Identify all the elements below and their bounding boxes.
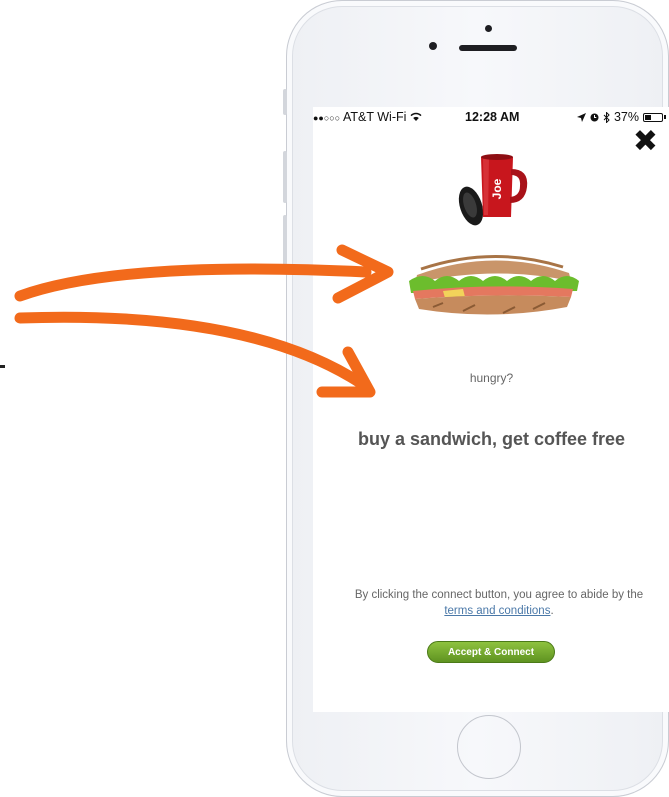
terms-prefix: By clicking the connect button, you agre… — [354, 589, 644, 601]
close-button[interactable]: ✖ — [633, 127, 658, 157]
terms-link[interactable]: terms and conditions — [444, 605, 550, 617]
phone-screen: ●●○○○ AT&T Wi-Fi 12:28 AM 37% ✖ Joe hung… — [313, 107, 669, 712]
tagline: hungry? — [469, 371, 514, 385]
bluetooth-icon — [603, 111, 610, 123]
volume-down-button — [283, 215, 287, 267]
location-arrow-icon — [576, 112, 586, 122]
volume-up-button — [283, 151, 287, 203]
wifi-icon — [410, 112, 422, 121]
promo-headline: buy a sandwich, get coffee free — [357, 429, 626, 449]
status-right: 37% — [576, 110, 666, 124]
mute-switch — [283, 89, 287, 115]
close-icon: ✖ — [632, 124, 658, 159]
speaker-grille — [459, 45, 517, 51]
accept-connect-button[interactable]: Accept & Connect — [427, 641, 555, 663]
status-left: ●●○○○ AT&T Wi-Fi — [313, 110, 422, 124]
status-bar: ●●○○○ AT&T Wi-Fi 12:28 AM 37% — [313, 107, 669, 129]
battery-icon — [643, 112, 663, 122]
battery-percent: 37% — [613, 110, 639, 124]
phone-frame: ●●○○○ AT&T Wi-Fi 12:28 AM 37% ✖ Joe hung… — [283, 0, 669, 797]
camera-dot — [485, 25, 492, 32]
mug-logo: Joe — [490, 178, 504, 199]
battery-fill — [645, 114, 651, 120]
edge-mark — [0, 352, 5, 368]
carrier-label: AT&T Wi-Fi — [342, 110, 407, 124]
front-camera — [429, 42, 437, 50]
home-button[interactable] — [457, 715, 521, 779]
coffee-mug-image: Joe — [458, 154, 528, 226]
alarm-icon — [590, 113, 599, 121]
sandwich-image — [409, 254, 579, 315]
status-time: 12:28 AM — [465, 110, 520, 124]
battery-nub — [664, 115, 666, 119]
terms-suffix: . — [550, 605, 554, 617]
terms-text: By clicking the connect button, you agre… — [339, 587, 659, 619]
signal-strength: ●●○○○ — [313, 113, 341, 123]
